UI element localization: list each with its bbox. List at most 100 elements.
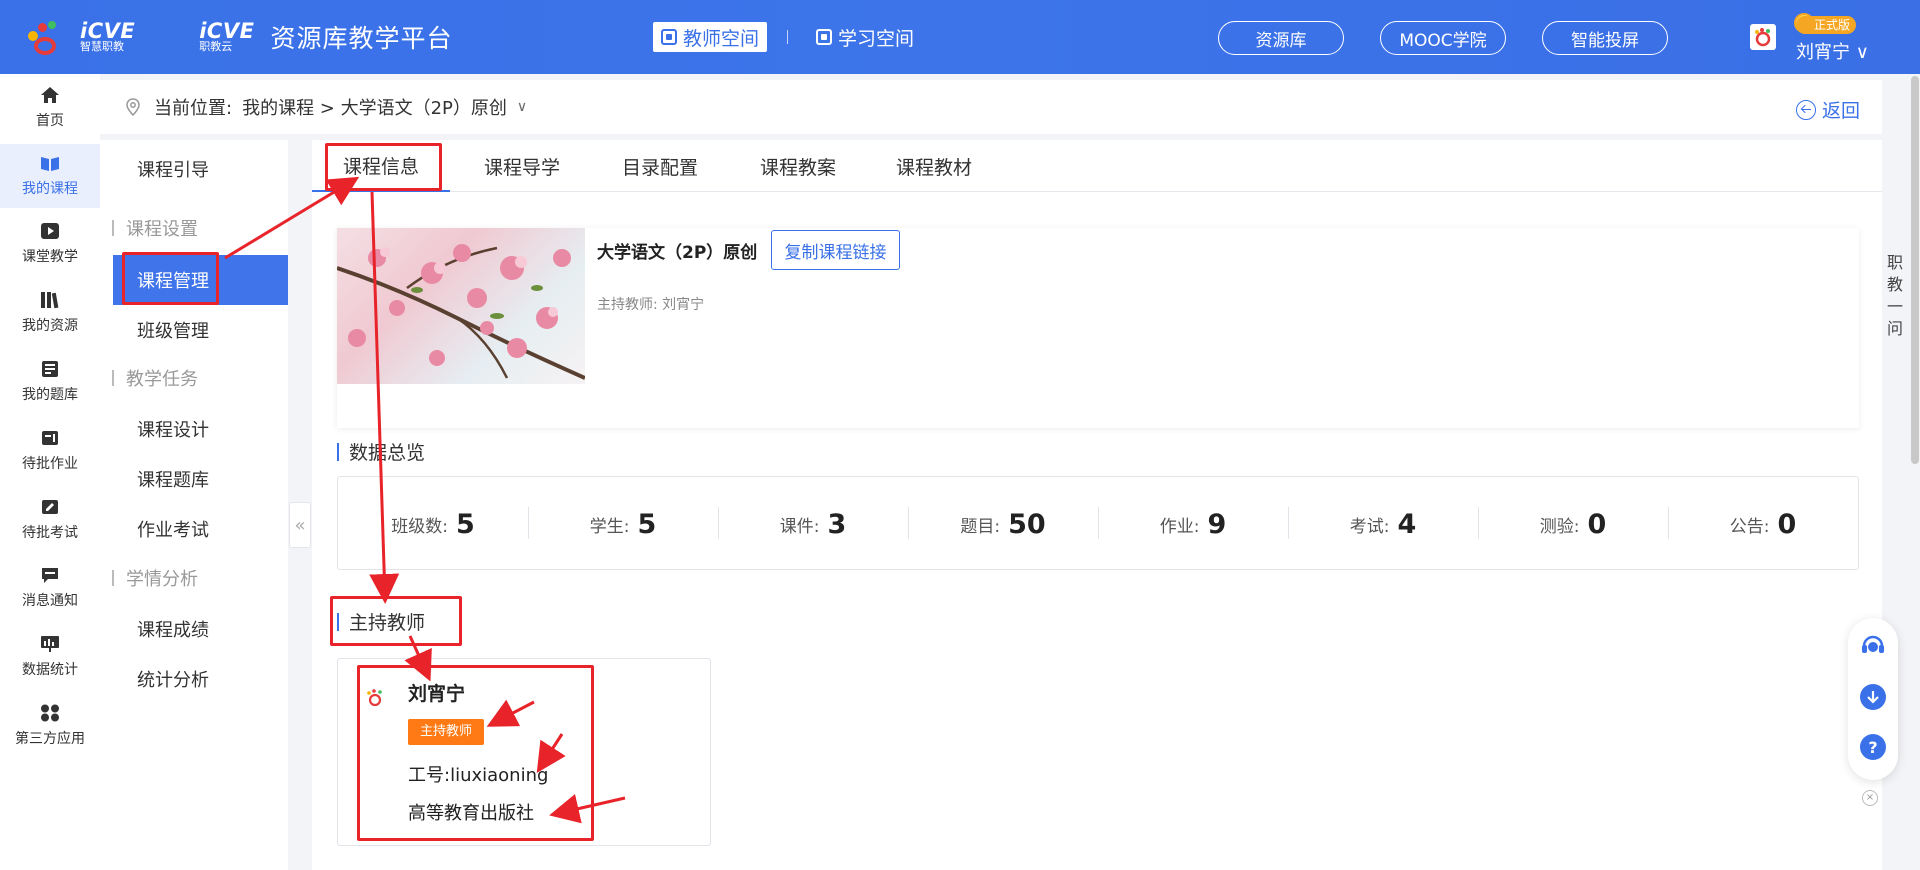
logo-secondary-text: iCVE xyxy=(199,19,255,43)
stat-announcements: 公告: 0 xyxy=(1668,477,1858,571)
sidebar-item-question-bank[interactable]: 课程题库 xyxy=(113,454,288,504)
course-name: 大学语文（2P）原创 xyxy=(597,243,758,263)
book-icon xyxy=(40,154,60,172)
back-arrow-icon xyxy=(1795,99,1816,120)
apps-icon xyxy=(40,704,60,722)
course-card: 大学语文（2P）原创 复制课程链接 主持教师: 刘宵宁 xyxy=(337,228,1859,428)
stat-students: 学生: 5 xyxy=(528,477,718,571)
nav-my-courses-label: 我的课程 xyxy=(22,181,78,197)
float-toolbar: ? xyxy=(1848,618,1898,780)
sidebar-group-settings: 课程设置 xyxy=(112,208,198,248)
scrollbar-thumb[interactable] xyxy=(1911,76,1919,464)
nav-pending-exam[interactable]: 待批考试 xyxy=(0,488,100,552)
stat-label: 班级数: xyxy=(391,516,448,537)
icve-logo-icon xyxy=(26,17,74,57)
back-label: 返回 xyxy=(1821,100,1860,122)
stat-value: 3 xyxy=(827,508,847,540)
sidebar-item-class-manage[interactable]: 班级管理 xyxy=(113,305,288,355)
logo[interactable]: iCVE 智慧职教 iCVE 职教云 资源库教学平台 xyxy=(26,16,452,58)
sidebar-item-homework-exam[interactable]: 作业考试 xyxy=(113,504,288,554)
nav-classroom-label: 课堂教学 xyxy=(22,249,78,265)
location-icon xyxy=(126,98,140,116)
avatar xyxy=(1750,24,1776,50)
annotation-box-teacher-card xyxy=(357,665,594,841)
mooc-button[interactable]: MOOC学院 xyxy=(1380,21,1506,55)
edition-badge: 正式版 xyxy=(1796,16,1857,34)
chart-icon xyxy=(40,635,60,653)
stat-label: 测验: xyxy=(1539,516,1580,537)
stat-exams: 考试: 4 xyxy=(1288,477,1478,571)
teacher-space-button[interactable]: 教师空间 xyxy=(653,22,768,52)
resource-library-button[interactable]: 资源库 xyxy=(1218,21,1344,55)
nav-messages-label: 消息通知 xyxy=(22,593,78,609)
course-host-teacher: 主持教师: 刘宵宁 xyxy=(597,297,705,313)
nav-pending-exam-label: 待批考试 xyxy=(22,525,78,541)
homework-icon xyxy=(40,429,60,447)
logo-primary-text: iCVE xyxy=(80,19,136,43)
course-sidebar: 课程引导 课程设置 课程管理 班级管理 教学任务 课程设计 课程题库 作业考试 … xyxy=(100,140,288,870)
chevron-down-icon[interactable]: ∨ xyxy=(517,99,527,115)
annotation-box-sidebar xyxy=(122,252,219,305)
stat-label: 公告: xyxy=(1729,516,1770,537)
nav-third-party[interactable]: 第三方应用 xyxy=(0,694,100,758)
stat-label: 学生: xyxy=(589,516,630,537)
tab-catalog-config[interactable]: 目录配置 xyxy=(604,140,716,192)
home-icon xyxy=(40,86,60,104)
nav-pending-homework-label: 待批作业 xyxy=(22,456,78,472)
sidebar-group-analysis: 学情分析 xyxy=(112,558,198,598)
nav-data-stats-label: 数据统计 xyxy=(22,662,78,678)
nav-my-resources[interactable]: 我的资源 xyxy=(0,281,100,345)
tab-lesson-plan[interactable]: 课程教案 xyxy=(742,140,854,192)
download-icon[interactable] xyxy=(1860,684,1886,710)
stat-courseware: 课件: 3 xyxy=(718,477,908,571)
sidebar-item-guide[interactable]: 课程引导 xyxy=(113,144,288,194)
stat-value: 5 xyxy=(637,508,657,540)
nav-messages[interactable]: 消息通知 xyxy=(0,556,100,620)
nav-home-label: 首页 xyxy=(36,113,64,129)
breadcrumb-path[interactable]: 我的课程 > 大学语文（2P）原创 xyxy=(242,94,507,120)
nav-my-courses[interactable]: 我的课程 xyxy=(0,144,100,208)
teacher-space-icon xyxy=(661,29,677,45)
question-bank-icon xyxy=(40,360,60,378)
nav-data-stats[interactable]: 数据统计 xyxy=(0,625,100,689)
stat-value: 50 xyxy=(1008,508,1046,540)
stat-value: 0 xyxy=(1777,508,1797,540)
sidebar-item-grades[interactable]: 课程成绩 xyxy=(113,604,288,654)
nav-question-bank[interactable]: 我的题库 xyxy=(0,350,100,414)
nav-home[interactable]: 首页 xyxy=(0,76,100,140)
study-space-button[interactable]: 学习空间 xyxy=(808,22,922,52)
smart-cast-button[interactable]: 智能投屏 xyxy=(1542,21,1668,55)
zhijiao-ask-button[interactable]: 职教一问 xyxy=(1884,252,1906,340)
stat-label: 作业: xyxy=(1159,516,1200,537)
sidebar-item-statistics[interactable]: 统计分析 xyxy=(113,654,288,704)
sidebar-item-course-design[interactable]: 课程设计 xyxy=(113,404,288,454)
copy-course-link-button[interactable]: 复制课程链接 xyxy=(771,230,900,270)
course-cover-image xyxy=(337,228,585,384)
nav-classroom[interactable]: 课堂教学 xyxy=(0,212,100,276)
tab-course-guide[interactable]: 课程导学 xyxy=(466,140,578,192)
stat-classes: 班级数: 5 xyxy=(338,477,528,571)
annotation-box-host-title xyxy=(330,596,462,646)
stat-value: 5 xyxy=(455,508,475,540)
stats-overview: 班级数: 5 学生: 5 课件: 3 题目: 50 作业: 9 考试: 4 测验… xyxy=(337,476,1859,570)
stat-quizzes: 测验: 0 xyxy=(1478,477,1668,571)
close-icon[interactable]: × xyxy=(1862,790,1878,806)
nav-pending-homework[interactable]: 待批作业 xyxy=(0,419,100,483)
play-icon xyxy=(40,222,60,240)
stat-value: 0 xyxy=(1587,508,1607,540)
library-icon xyxy=(40,291,60,309)
overview-title: 数据总览 xyxy=(337,438,425,465)
zhijiaoyun-logo-icon xyxy=(147,17,193,57)
user-menu[interactable]: 正式版 刘宵宁 ∨ xyxy=(1750,13,1910,64)
breadcrumb: 当前位置: 我的课程 > 大学语文（2P）原创 ∨ 返回 xyxy=(100,80,1882,134)
stat-label: 题目: xyxy=(960,516,1001,537)
back-button[interactable]: 返回 xyxy=(1795,96,1860,123)
left-nav: 首页 我的课程 课堂教学 我的资源 我的题库 待批作业 待批考试 消息通知 数据… xyxy=(0,74,100,870)
customer-service-icon[interactable] xyxy=(1860,632,1886,658)
svg-text:?: ? xyxy=(1868,738,1877,757)
study-space-icon xyxy=(816,29,833,45)
collapse-sidebar-button[interactable]: « xyxy=(289,502,311,548)
tab-textbook[interactable]: 课程教材 xyxy=(878,140,990,192)
help-icon[interactable]: ? xyxy=(1860,734,1886,760)
platform-title: 资源库教学平台 xyxy=(270,24,453,53)
